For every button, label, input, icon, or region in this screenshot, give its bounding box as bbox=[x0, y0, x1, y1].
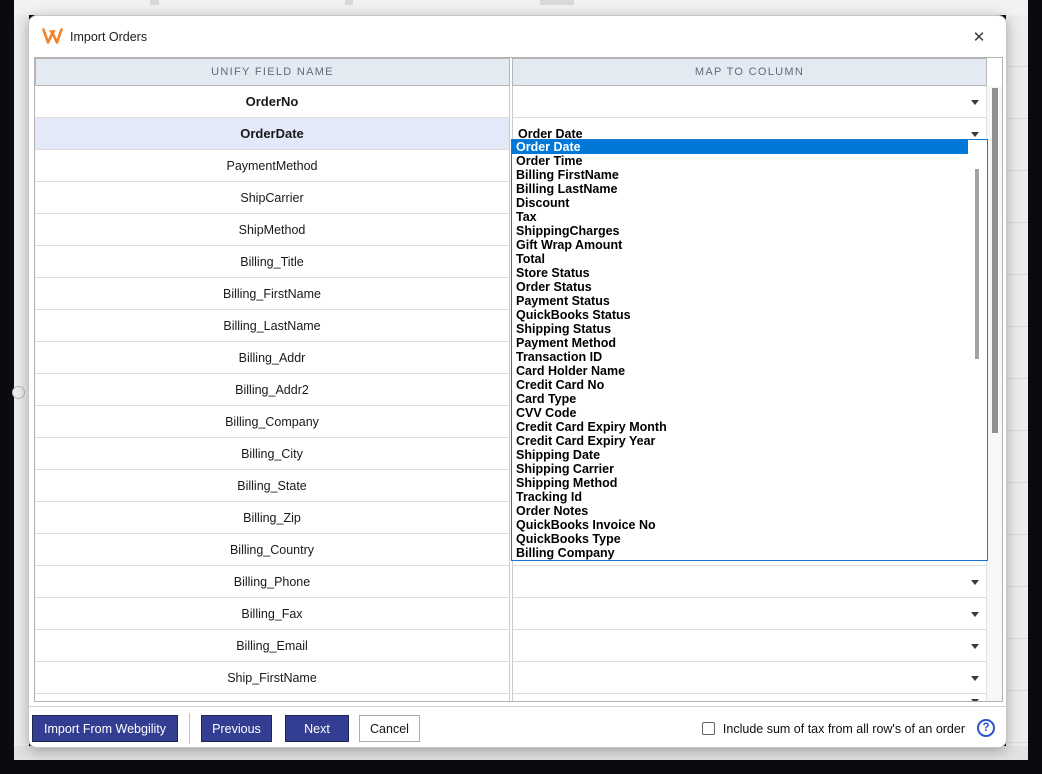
unify-field-name: Ship_FirstName bbox=[35, 662, 510, 694]
dropdown-option[interactable]: CVV Code bbox=[512, 406, 987, 420]
unify-field-name: Billing_Fax bbox=[35, 598, 510, 630]
table-row: Billing_Fax bbox=[35, 598, 987, 630]
unify-field-name: Billing_State bbox=[35, 470, 510, 502]
map-to-column-combobox[interactable] bbox=[512, 662, 987, 694]
dropdown-option[interactable]: Tax bbox=[512, 210, 987, 224]
background-window-bottom bbox=[14, 746, 1028, 760]
table-row bbox=[35, 694, 987, 701]
dropdown-option[interactable]: Order Notes bbox=[512, 504, 987, 518]
close-icon[interactable]: ✕ bbox=[968, 16, 990, 57]
map-to-column-combobox[interactable] bbox=[512, 630, 987, 662]
chevron-down-icon[interactable] bbox=[971, 644, 979, 649]
background-fragment bbox=[540, 0, 574, 5]
previous-button[interactable]: Previous bbox=[201, 715, 272, 742]
table-row: OrderNo bbox=[35, 86, 987, 118]
dropdown-option[interactable]: Order Date bbox=[512, 140, 968, 154]
chevron-down-icon[interactable] bbox=[971, 612, 979, 617]
background-window-right bbox=[1006, 15, 1028, 760]
dropdown-option[interactable]: Shipping Carrier bbox=[512, 462, 987, 476]
dropdown-option[interactable]: Transaction ID bbox=[512, 350, 987, 364]
unify-field-name: ShipMethod bbox=[35, 214, 510, 246]
background-window-top bbox=[14, 0, 1028, 15]
unify-field-name: Billing_Zip bbox=[35, 502, 510, 534]
chevron-down-icon[interactable] bbox=[971, 699, 979, 701]
dialog-footer: Import From Webgility Previous Next Canc… bbox=[29, 706, 1006, 748]
dialog-titlebar: Import Orders ✕ bbox=[29, 16, 1006, 57]
unify-field-name: Billing_Phone bbox=[35, 566, 510, 598]
dropdown-option[interactable]: Credit Card Expiry Year bbox=[512, 434, 987, 448]
background-circle-icon bbox=[12, 386, 25, 399]
include-tax-sum-label: Include sum of tax from all row's of an … bbox=[723, 722, 965, 736]
column-header-unify-field-name: UNIFY FIELD NAME bbox=[35, 58, 510, 86]
table-scrollbar-thumb[interactable] bbox=[992, 88, 998, 433]
dropdown-option[interactable]: Shipping Status bbox=[512, 322, 987, 336]
dropdown-option[interactable]: Shipping Date bbox=[512, 448, 987, 462]
dropdown-option[interactable]: QuickBooks Invoice No bbox=[512, 518, 987, 532]
background-fragment bbox=[150, 0, 159, 5]
unify-field-name: OrderDate bbox=[35, 118, 510, 150]
dropdown-option[interactable]: QuickBooks Type bbox=[512, 532, 987, 546]
column-header-map-to-column: MAP TO COLUMN bbox=[512, 58, 987, 86]
unify-field-name: Billing_Country bbox=[35, 534, 510, 566]
unify-field-name: Billing_Email bbox=[35, 630, 510, 662]
import-from-webgility-button[interactable]: Import From Webgility bbox=[32, 715, 178, 742]
table-row: Ship_FirstName bbox=[35, 662, 987, 694]
unify-field-name bbox=[35, 694, 510, 701]
help-icon[interactable]: ? bbox=[977, 719, 995, 737]
dropdown-option[interactable]: Tracking Id bbox=[512, 490, 987, 504]
dropdown-scrollbar-thumb[interactable] bbox=[975, 169, 979, 359]
map-to-column-combobox[interactable] bbox=[512, 598, 987, 630]
background-fragment bbox=[345, 0, 353, 5]
include-tax-sum-checkbox[interactable] bbox=[702, 722, 715, 735]
dropdown-option[interactable]: Card Type bbox=[512, 392, 987, 406]
dropdown-option[interactable]: Credit Card Expiry Month bbox=[512, 420, 987, 434]
chevron-down-icon[interactable] bbox=[971, 580, 979, 585]
webgility-logo-icon bbox=[42, 28, 63, 45]
table-scrollbar[interactable] bbox=[986, 86, 1002, 701]
dropdown-option[interactable]: Billing FirstName bbox=[512, 168, 987, 182]
unify-field-name: Billing_LastName bbox=[35, 310, 510, 342]
dialog-title: Import Orders bbox=[70, 16, 147, 57]
table-header-row: UNIFY FIELD NAME MAP TO COLUMN bbox=[35, 58, 987, 86]
dropdown-option[interactable]: Card Holder Name bbox=[512, 364, 987, 378]
dropdown-option[interactable]: QuickBooks Status bbox=[512, 308, 987, 322]
unify-field-name: Billing_Addr2 bbox=[35, 374, 510, 406]
dropdown-option[interactable]: Credit Card No bbox=[512, 378, 987, 392]
map-column-dropdown-list: Order DateOrder TimeBilling FirstNameBil… bbox=[511, 139, 988, 561]
cancel-button[interactable]: Cancel bbox=[359, 715, 420, 742]
dropdown-option[interactable]: Payment Method bbox=[512, 336, 987, 350]
unify-field-name: Billing_Addr bbox=[35, 342, 510, 374]
dropdown-option[interactable]: Order Time bbox=[512, 154, 987, 168]
chevron-down-icon[interactable] bbox=[971, 132, 979, 137]
dropdown-option[interactable]: Billing LastName bbox=[512, 182, 987, 196]
unify-field-name: Billing_FirstName bbox=[35, 278, 510, 310]
chevron-down-icon[interactable] bbox=[971, 676, 979, 681]
unify-field-name: Billing_Company bbox=[35, 406, 510, 438]
unify-field-name: PaymentMethod bbox=[35, 150, 510, 182]
map-to-column-combobox[interactable] bbox=[512, 566, 987, 598]
tax-sum-option: Include sum of tax from all row's of an … bbox=[702, 707, 965, 748]
dropdown-items: Order DateOrder TimeBilling FirstNameBil… bbox=[512, 140, 987, 560]
map-to-column-combobox[interactable] bbox=[512, 86, 987, 118]
table-row: Billing_Email bbox=[35, 630, 987, 662]
unify-field-name: Billing_Title bbox=[35, 246, 510, 278]
chevron-down-icon[interactable] bbox=[971, 100, 979, 105]
dropdown-option[interactable]: Gift Wrap Amount bbox=[512, 238, 987, 252]
button-divider bbox=[189, 713, 190, 744]
map-to-column-combobox[interactable] bbox=[512, 694, 987, 701]
dropdown-option[interactable]: Store Status bbox=[512, 266, 987, 280]
next-button[interactable]: Next bbox=[285, 715, 349, 742]
dropdown-option[interactable]: Billing Company bbox=[512, 546, 987, 560]
dropdown-option[interactable]: ShippingCharges bbox=[512, 224, 987, 238]
dropdown-option[interactable]: Total bbox=[512, 252, 987, 266]
dropdown-option[interactable]: Order Status bbox=[512, 280, 987, 294]
dropdown-option[interactable]: Shipping Method bbox=[512, 476, 987, 490]
unify-field-name: Billing_City bbox=[35, 438, 510, 470]
unify-field-name: ShipCarrier bbox=[35, 182, 510, 214]
dropdown-option[interactable]: Payment Status bbox=[512, 294, 987, 308]
unify-field-name: OrderNo bbox=[35, 86, 510, 118]
import-orders-dialog: Import Orders ✕ UNIFY FIELD NAME MAP TO … bbox=[28, 15, 1007, 748]
dropdown-option[interactable]: Discount bbox=[512, 196, 987, 210]
table-row: Billing_Phone bbox=[35, 566, 987, 598]
